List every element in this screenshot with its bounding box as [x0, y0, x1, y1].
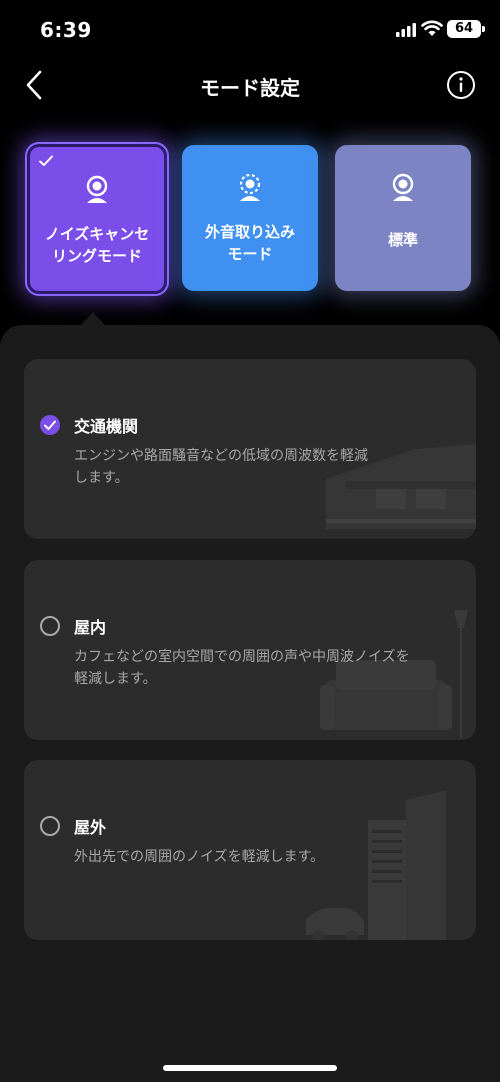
person-icon — [86, 175, 108, 203]
status-time: 6:39 — [40, 18, 92, 42]
option-description: カフェなどの室内空間での周囲の声や中周波ノイズを 軽減します。 — [74, 649, 410, 687]
wifi-icon — [421, 20, 443, 36]
person-ambient-icon — [239, 173, 261, 201]
radio-outdoor[interactable] — [40, 816, 60, 836]
option-description: 外出先での周囲のノイズを軽減します。 — [74, 849, 325, 865]
option-card-transport[interactable]: 交通機関 エンジンや路面騒音などの低域の周波数を軽減 します。 — [24, 359, 476, 539]
panel-pointer — [80, 312, 106, 326]
page-title: モード設定 — [200, 76, 300, 100]
mode-ambient-button[interactable]: 外音取り込み モード — [182, 145, 318, 291]
mode-label: 外音取り込み モード — [204, 223, 295, 263]
option-card-indoor[interactable]: 屋内 カフェなどの室内空間での周囲の声や中周波ノイズを 軽減します。 — [24, 560, 476, 740]
mode-selector: ノイズキャンセ リングモード 外音取り込み モード 標準 — [0, 142, 500, 296]
info-icon[interactable] — [446, 70, 476, 100]
check-icon — [39, 155, 53, 166]
home-indicator[interactable] — [163, 1065, 337, 1071]
signal-icon — [396, 23, 416, 37]
mode-standard-button[interactable]: 標準 — [335, 145, 471, 291]
option-title: 交通機関 — [74, 417, 139, 436]
person-icon — [392, 173, 414, 201]
status-bar: 6:39 64 — [0, 0, 500, 60]
option-title: 屋外 — [74, 818, 107, 837]
check-icon — [44, 420, 56, 430]
radio-indoor[interactable] — [40, 616, 60, 636]
mode-noise-cancelling-button[interactable]: ノイズキャンセ リングモード — [25, 142, 169, 296]
battery-indicator: 64 — [447, 20, 485, 38]
mode-label: 標準 — [387, 231, 418, 249]
option-panel: 交通機関 エンジンや路面騒音などの低域の周波数を軽減 します。 屋内 カフェなどの… — [0, 325, 500, 1082]
option-description: エンジンや路面騒音などの低域の周波数を軽減 します。 — [74, 448, 368, 486]
mode-label: ノイズキャンセ リングモード — [44, 225, 150, 265]
option-card-outdoor[interactable]: 屋外 外出先での周囲のノイズを軽減します。 — [24, 760, 476, 940]
header: モード設定 — [0, 60, 500, 110]
option-title: 屋内 — [74, 618, 107, 637]
radio-transport[interactable] — [40, 415, 60, 435]
